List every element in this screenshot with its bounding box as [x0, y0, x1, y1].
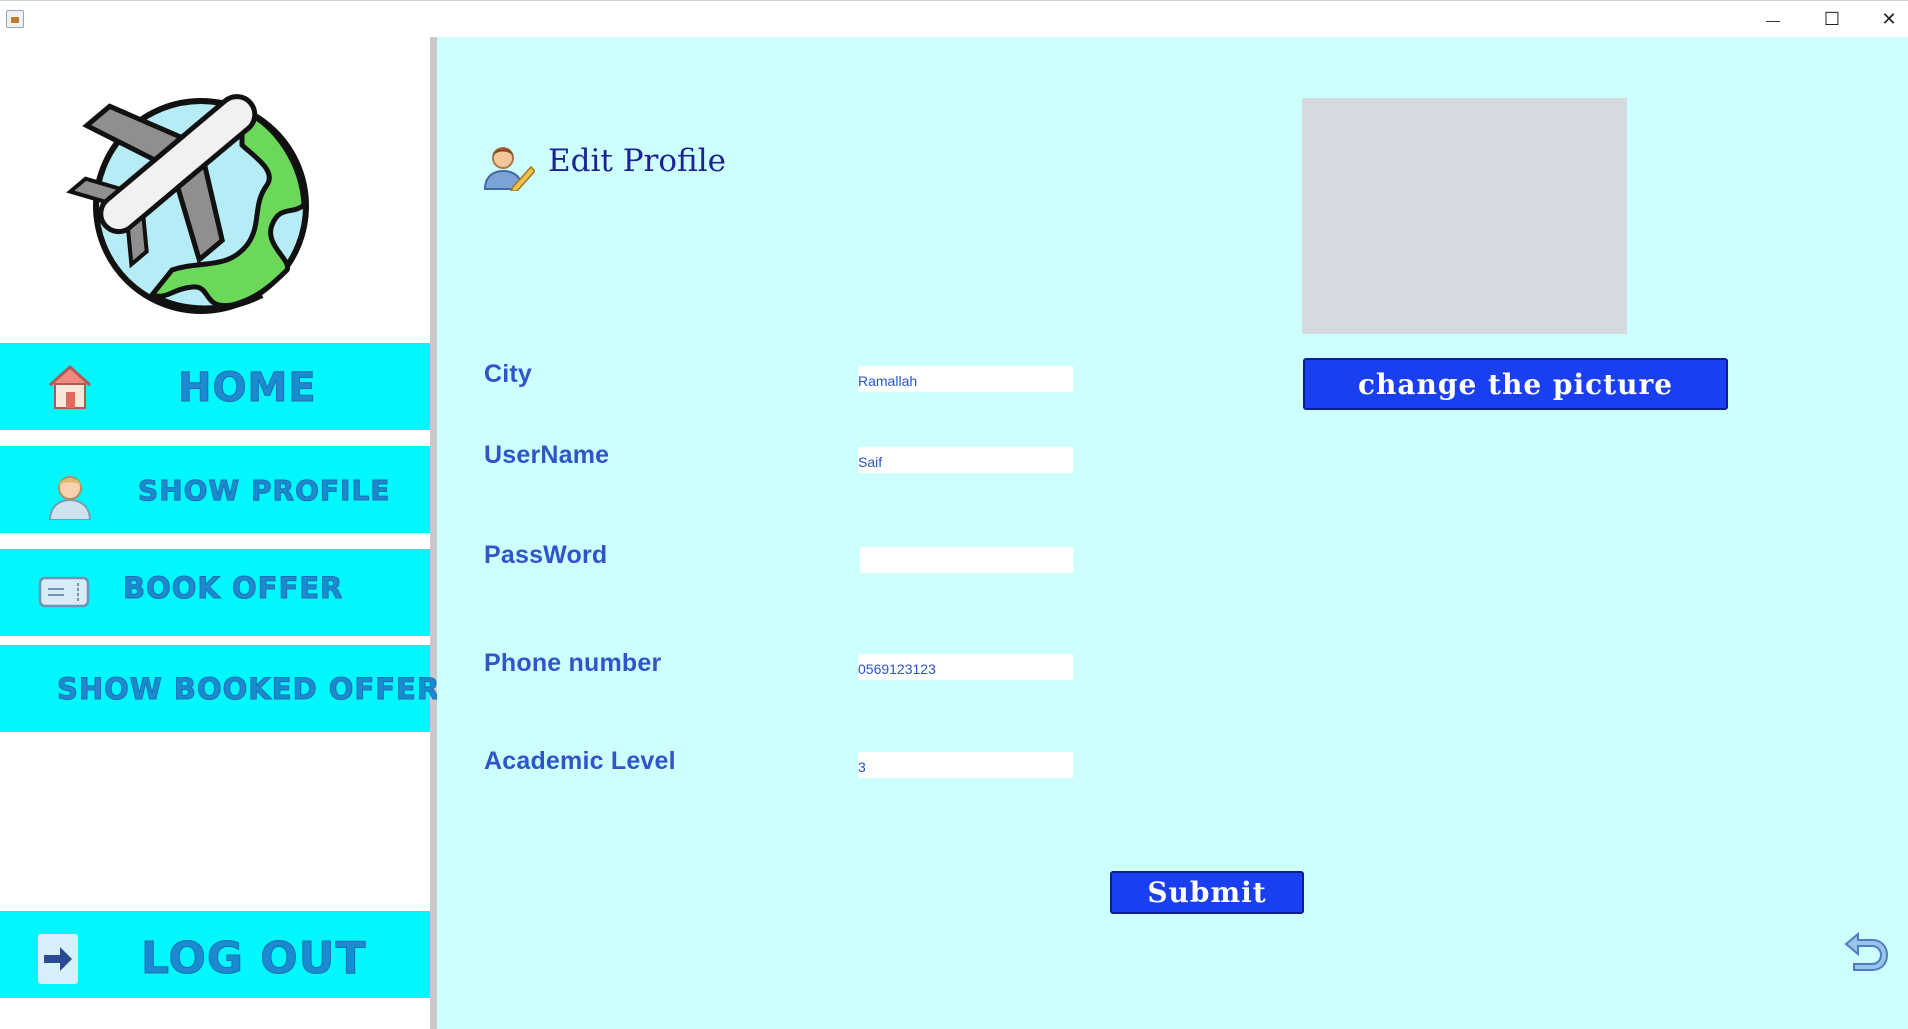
submit-label: Submit	[1147, 876, 1267, 909]
profile-picture-placeholder	[1302, 98, 1627, 334]
phone-input[interactable]	[858, 654, 1073, 680]
nav-show-profile-button[interactable]: SHOW PROFILE	[0, 446, 430, 533]
user-avatar-icon	[48, 476, 92, 520]
password-label: PassWord	[484, 541, 608, 569]
nav-show-booked-offers-label: SHOW BOOKED OFFERS	[56, 672, 463, 707]
nav-book-offer-button[interactable]: BOOK OFFER	[0, 549, 430, 636]
close-icon: ✕	[1881, 9, 1897, 29]
username-input[interactable]	[858, 447, 1073, 473]
house-icon	[48, 364, 92, 409]
user-edit-icon	[483, 147, 535, 191]
logout-button[interactable]: LOG OUT	[0, 911, 430, 998]
minimize-icon: —	[1766, 11, 1780, 28]
logout-label: LOG OUT	[140, 933, 367, 985]
change-picture-label: change the picture	[1357, 367, 1674, 401]
submit-button[interactable]: Submit	[1110, 871, 1304, 914]
close-button[interactable]: ✕	[1866, 1, 1908, 38]
maximize-icon: ☐	[1823, 9, 1841, 29]
sidebar-divider[interactable]	[430, 37, 437, 1029]
minimize-button[interactable]: —	[1750, 1, 1796, 38]
academic-level-input[interactable]	[858, 752, 1073, 778]
logout-arrow-icon	[38, 934, 78, 984]
academic-level-label: Academic Level	[484, 747, 676, 775]
undo-arrow-icon[interactable]	[1840, 930, 1890, 974]
nav-home-label: HOME	[178, 365, 317, 412]
airplane-globe-logo	[66, 94, 309, 314]
phone-label: Phone number	[484, 649, 662, 677]
change-picture-button[interactable]: change the picture	[1303, 358, 1728, 410]
maximize-button[interactable]: ☐	[1809, 1, 1855, 38]
page-title: Edit Profile	[548, 143, 726, 179]
username-label: UserName	[484, 441, 610, 469]
city-input[interactable]	[858, 366, 1073, 392]
window-title-bar: — ☐ ✕	[0, 0, 1908, 37]
ticket-icon	[38, 576, 90, 608]
nav-show-profile-label: SHOW PROFILE	[137, 474, 391, 508]
java-app-icon	[6, 10, 24, 28]
nav-show-booked-offers-button[interactable]: SHOW BOOKED OFFERS	[0, 645, 462, 732]
city-label: City	[484, 360, 533, 388]
nav-book-offer-label: BOOK OFFER	[122, 571, 344, 606]
nav-home-button[interactable]: HOME	[0, 343, 430, 430]
password-input[interactable]	[860, 547, 1073, 573]
